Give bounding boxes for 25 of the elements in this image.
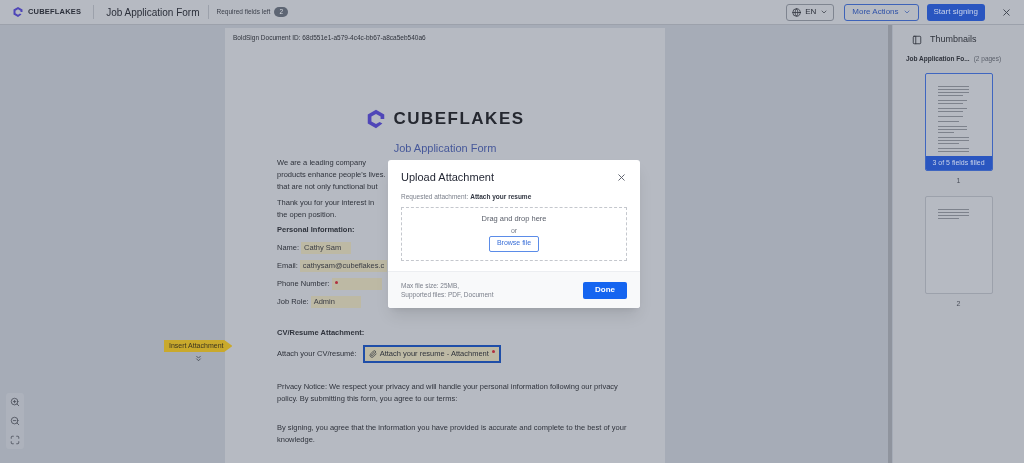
start-signing-button[interactable]: Start signing <box>926 3 985 21</box>
panel-icon[interactable] <box>912 34 922 45</box>
language-selector[interactable]: EN <box>786 3 835 21</box>
close-icon[interactable] <box>1001 6 1012 18</box>
globe-icon <box>792 7 802 17</box>
panel-title: Thumbnails <box>930 33 977 46</box>
zoom-in-icon[interactable] <box>10 397 20 407</box>
more-actions-button[interactable]: More Actions <box>844 3 919 21</box>
chevron-down-icon <box>902 8 911 16</box>
logo-icon <box>12 6 24 18</box>
paperclip-icon <box>368 349 377 358</box>
company-logo-text: CUBEFLAKES <box>393 107 525 130</box>
document-title: Job Application Form <box>106 5 200 20</box>
dialog-title: Upload Attachment <box>401 170 494 185</box>
close-icon[interactable] <box>616 171 627 183</box>
form-title: Job Application Form <box>393 141 497 157</box>
page-thumbnail[interactable] <box>924 195 993 294</box>
zoom-out-icon[interactable] <box>10 416 20 426</box>
form-field[interactable] <box>331 277 382 290</box>
chevron-down-icon <box>820 8 829 16</box>
chevrons-down-icon[interactable] <box>193 354 203 363</box>
fit-screen-icon[interactable] <box>10 435 20 445</box>
required-marker <box>491 349 495 353</box>
required-marker <box>334 280 338 284</box>
done-button[interactable]: Done <box>583 281 627 299</box>
